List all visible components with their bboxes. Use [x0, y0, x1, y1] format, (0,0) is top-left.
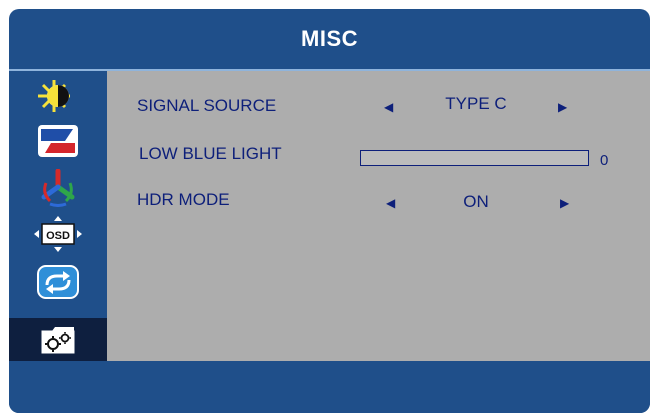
image-icon: [38, 125, 78, 157]
signal-source-value[interactable]: TYPE C: [421, 94, 531, 114]
signal-source-right-arrow[interactable]: ▶: [558, 100, 567, 114]
signal-source-label: SIGNAL SOURCE: [137, 96, 277, 115]
sidebar-item-image[interactable]: [31, 121, 85, 161]
low-blue-light-slider[interactable]: [360, 150, 589, 166]
sidebar-item-brightness[interactable]: [31, 76, 85, 116]
page-title: MISC: [301, 26, 358, 51]
bottom-bar: [9, 361, 650, 413]
sidebar-item-reset[interactable]: [31, 262, 85, 302]
sidebar-item-color[interactable]: [31, 168, 85, 208]
hdr-mode-label: HDR MODE: [137, 190, 230, 209]
misc-settings-icon: [41, 326, 75, 353]
color-icon: [41, 169, 75, 207]
low-blue-light-value: 0: [600, 152, 609, 169]
brightness-contrast-icon: [38, 80, 70, 112]
hdr-mode-value[interactable]: ON: [421, 192, 531, 212]
title-bar: MISC: [9, 9, 650, 69]
hdr-mode-left-arrow[interactable]: ◀: [386, 196, 395, 210]
signal-source-left-arrow[interactable]: ◀: [384, 100, 393, 114]
osd-settings-icon: OSD: [34, 216, 82, 252]
sidebar-item-misc[interactable]: [9, 318, 107, 361]
sidebar: OSD: [9, 71, 107, 361]
sidebar-item-osd[interactable]: OSD: [31, 214, 85, 254]
osd-icon-text: OSD: [46, 230, 70, 242]
osd-menu: MISC OSD SIGNAL SOURCE ◀ TYPE C ▶ LOW BL…: [9, 9, 650, 413]
reset-icon: [37, 265, 79, 299]
hdr-mode-right-arrow[interactable]: ▶: [560, 196, 569, 210]
low-blue-light-label: LOW BLUE LIGHT: [139, 144, 282, 163]
